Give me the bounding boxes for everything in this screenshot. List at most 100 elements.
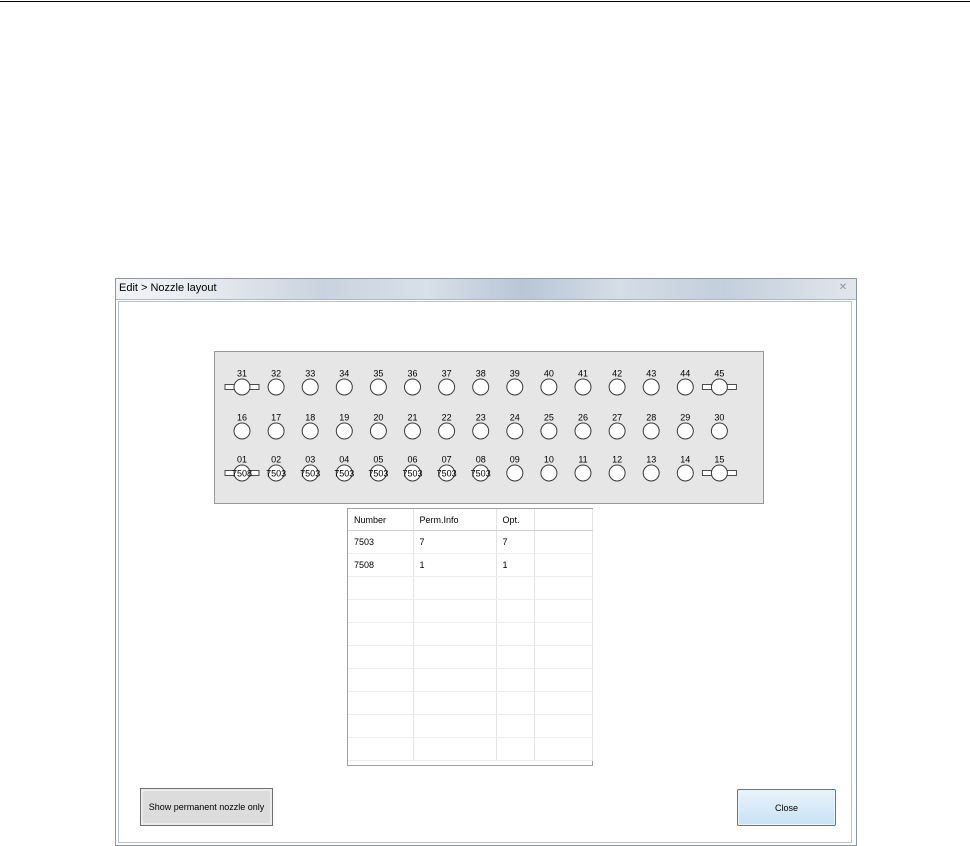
nozzle-slot-21[interactable]: 21	[404, 413, 421, 440]
nozzle-number-label: 36	[407, 369, 417, 379]
table-header-row: Number Perm.Info Opt.	[348, 509, 593, 531]
nozzle-slot-14[interactable]: 14	[676, 455, 694, 482]
nozzle-number-label: 07	[442, 455, 452, 465]
nozzle-slot-25[interactable]: 25	[540, 413, 558, 440]
nozzle-slot-20[interactable]: 20	[369, 413, 387, 440]
table-row[interactable]	[348, 576, 593, 600]
nozzle-slot-26[interactable]: 26	[574, 413, 592, 440]
nozzle-number-label: 30	[714, 413, 724, 423]
nozzle-number-label: 08	[476, 455, 486, 465]
cell-opt	[496, 668, 535, 692]
table-row[interactable]	[348, 691, 593, 715]
nozzle-slot-23[interactable]: 23	[472, 413, 490, 440]
column-header-empty[interactable]	[534, 509, 593, 531]
nozzle-slot-43[interactable]: 43	[642, 369, 660, 396]
table-row[interactable]	[348, 599, 593, 623]
cell-extra	[534, 553, 593, 577]
nozzle-slot-34[interactable]: 34	[335, 369, 353, 396]
nozzle-slot-06[interactable]: 06 7503	[402, 455, 423, 482]
nozzle-circle	[676, 464, 694, 482]
nozzle-slot-38[interactable]: 38	[472, 369, 490, 396]
nozzle-slot-32[interactable]: 32	[267, 369, 285, 396]
column-header-perm-info[interactable]: Perm.Info	[413, 509, 497, 531]
nozzle-slot-05[interactable]: 05 7503	[368, 455, 388, 482]
nozzle-slot-01[interactable]: 01 7508	[224, 455, 260, 482]
close-button[interactable]: Close	[737, 789, 836, 826]
nozzle-circle	[506, 464, 524, 482]
nozzle-circle	[574, 464, 592, 482]
nozzle-slot-17[interactable]: 17	[267, 413, 285, 440]
table-row[interactable]	[348, 622, 593, 646]
nozzle-number-label: 33	[305, 369, 315, 379]
nozzle-slot-33[interactable]: 33	[301, 369, 319, 396]
cell-opt	[496, 737, 535, 761]
nozzle-slot-42[interactable]: 42	[608, 369, 626, 396]
nozzle-summary-table[interactable]: Number Perm.Info Opt. 7503 7 7 7508 1 1	[347, 508, 593, 766]
nozzle-slot-22[interactable]: 22	[438, 413, 456, 440]
nozzle-slot-08[interactable]: 08 7503	[471, 455, 491, 482]
nozzle-slot-41[interactable]: 41	[574, 369, 592, 396]
nozzle-slot-12[interactable]: 12	[608, 455, 626, 482]
nozzle-slot-04[interactable]: 04 7503	[334, 455, 354, 482]
nozzle-slot-44[interactable]: 44	[676, 369, 694, 396]
nozzle-number-label: 06	[407, 455, 417, 465]
nozzle-circle	[233, 422, 251, 440]
nozzle-type-label: 7503	[300, 468, 320, 478]
nozzle-slot-13[interactable]: 13	[642, 455, 660, 482]
nozzle-slot-39[interactable]: 39	[506, 369, 524, 396]
nozzle-slot-36[interactable]: 36	[404, 369, 421, 396]
nozzle-slot-45[interactable]: 45	[701, 369, 737, 396]
nozzle-slot-15[interactable]: 15	[701, 455, 737, 482]
nozzle-circle	[540, 378, 558, 396]
table-row[interactable]	[348, 668, 593, 692]
column-header-number[interactable]: Number	[348, 509, 414, 531]
nozzle-slot-30[interactable]: 30	[710, 413, 728, 440]
nozzle-slot-09[interactable]: 09	[506, 455, 524, 482]
table-row[interactable]: 7508 1 1	[348, 553, 593, 577]
cell-number	[348, 668, 414, 692]
window-close-icon[interactable]: ✕	[838, 283, 848, 293]
nozzle-slot-35[interactable]: 35	[369, 369, 387, 396]
nozzle-slot-16[interactable]: 16	[233, 413, 251, 440]
nozzle-circle	[438, 378, 456, 396]
nozzle-number-label: 44	[680, 369, 690, 379]
window-titlebar[interactable]: Edit > Nozzle layout ✕	[116, 279, 856, 300]
nozzle-circle	[301, 378, 319, 396]
nozzle-type-label: 7503	[402, 468, 422, 478]
cell-number: 7503	[348, 530, 414, 554]
nozzle-number-label: 02	[271, 455, 281, 465]
nozzle-slot-37[interactable]: 37	[438, 369, 456, 396]
show-permanent-nozzle-only-button[interactable]: Show permanent nozzle only	[140, 788, 273, 826]
nozzle-grid: 31 32 33 34 35 36 37 38 39 40 41 42 43 44 45 16 17 18 19 20…	[224, 369, 737, 482]
cell-number	[348, 737, 414, 761]
nozzle-slot-03[interactable]: 03 7503	[300, 455, 320, 482]
table-row[interactable]	[348, 645, 593, 669]
nozzle-layout-panel: 31 32 33 34 35 36 37 38 39 40 41 42 43 44 45 16 17 18 19 20…	[214, 351, 764, 504]
table-row[interactable]	[348, 737, 593, 761]
cell-extra	[534, 530, 593, 554]
nozzle-number-label: 29	[680, 413, 690, 423]
nozzle-slot-29[interactable]: 29	[676, 413, 694, 440]
nozzle-circle	[710, 422, 728, 440]
nozzle-slot-28[interactable]: 28	[642, 413, 660, 440]
table-row[interactable]: 7503 7 7	[348, 530, 593, 554]
nozzle-slot-02[interactable]: 02 7503	[266, 455, 286, 482]
nozzle-slot-07[interactable]: 07 7503	[437, 455, 457, 482]
cell-perm-info	[413, 737, 497, 761]
nozzle-slot-40[interactable]: 40	[540, 369, 558, 396]
nozzle-slot-31[interactable]: 31	[224, 369, 260, 396]
nozzle-slot-24[interactable]: 24	[506, 413, 524, 440]
nozzle-circle	[710, 378, 728, 396]
window-title: Edit > Nozzle layout	[119, 282, 217, 294]
column-header-opt[interactable]: Opt.	[496, 509, 535, 531]
table-row[interactable]	[348, 714, 593, 738]
nozzle-slot-27[interactable]: 27	[608, 413, 626, 440]
nozzle-slot-18[interactable]: 18	[301, 413, 319, 440]
nozzle-number-label: 12	[612, 455, 622, 465]
nozzle-circle	[472, 378, 490, 396]
nozzle-slot-10[interactable]: 10	[540, 455, 558, 482]
nozzle-slot-11[interactable]: 11	[574, 455, 592, 482]
nozzle-number-label: 04	[339, 455, 349, 465]
nozzle-slot-19[interactable]: 19	[335, 413, 353, 440]
nozzle-circle	[608, 464, 626, 482]
